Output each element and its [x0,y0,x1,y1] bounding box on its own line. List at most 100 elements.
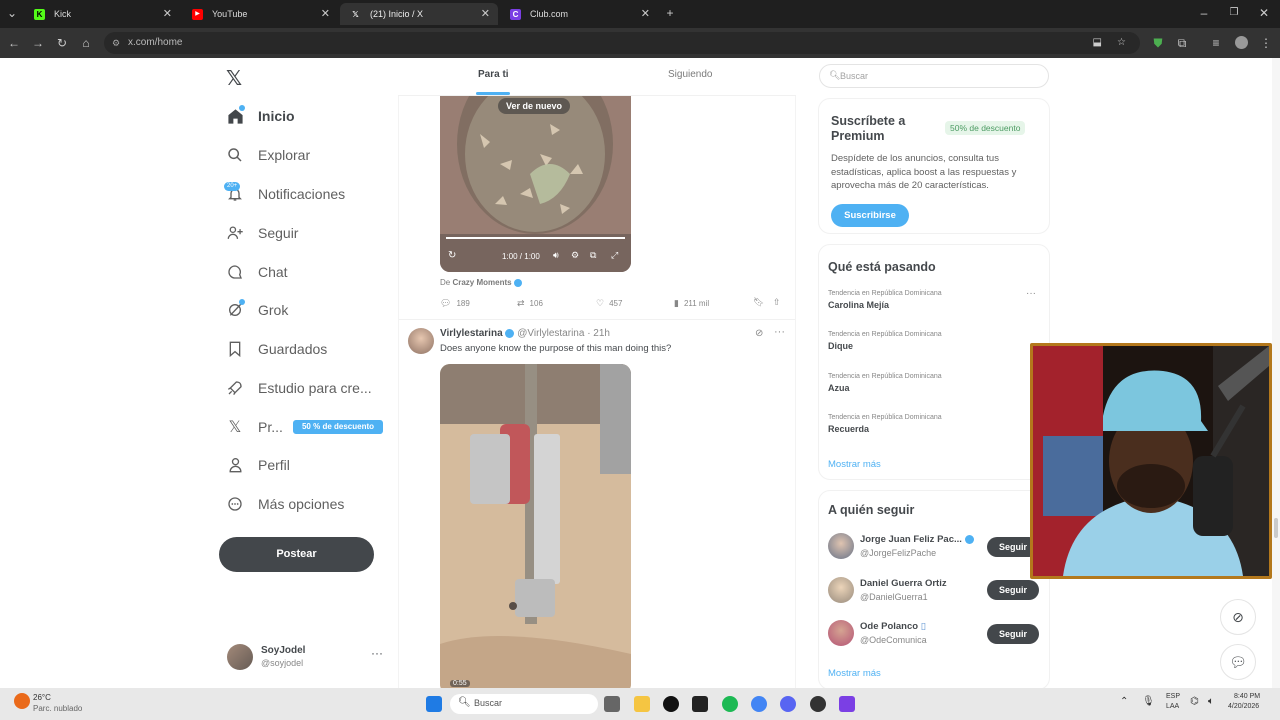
menu-icon[interactable]: ⋮ [1258,35,1274,51]
task-view-icon[interactable] [604,696,620,712]
reload-icon[interactable]: ↻ [54,35,70,51]
forward-icon[interactable]: → [30,35,46,51]
grok-float-icon[interactable]: ⊘ [1220,599,1256,635]
subscribe-button[interactable]: Suscribirse [831,204,909,227]
author-name[interactable]: Virlylestarina [440,328,503,339]
sidebar-item-chat[interactable]: Chat [226,258,288,286]
trend-item[interactable]: Tendencia en República Dominicana Caroli… [828,290,942,310]
address-bar[interactable]: ⚙ x.com/home ⬓ ☆ [104,32,1140,54]
avatar[interactable] [408,328,434,354]
chrome-icon[interactable] [751,696,767,712]
trend-item[interactable]: Tendencia en República Dominicana Dique [828,331,942,351]
sidebar-item-guardados[interactable]: Guardados [226,335,327,363]
more-icon[interactable]: ··· [774,326,785,338]
star-icon[interactable]: ☆ [1117,32,1126,54]
avatar[interactable] [828,620,854,646]
home-browser-icon[interactable]: ⌂ [78,35,94,51]
volume-icon[interactable]: 🔈︎ [1208,696,1214,707]
volume-icon[interactable]: 🔊︎ [553,250,559,261]
tab-siguiendo[interactable]: Siguiendo [668,69,712,80]
app-icon[interactable] [810,696,826,712]
install-icon[interactable]: ⬓ [1093,32,1102,54]
trend-item[interactable]: Tendencia en República Dominicana Azua [828,373,942,393]
replay-icon[interactable]: ↻ [448,250,456,261]
profile-avatar[interactable] [1234,36,1248,49]
lang-primary[interactable]: ESP [1166,693,1180,700]
follow-name[interactable]: Ode Polanco ▯ [860,621,926,632]
sidebar-item-notificaciones[interactable]: Notificaciones 20+ [224,180,345,208]
author-handle[interactable]: @Virlylestarina · 21h [517,328,610,339]
terminal-icon[interactable] [692,696,708,712]
page-scrollbar[interactable] [1272,58,1280,688]
source-name[interactable]: Crazy Moments [452,278,511,287]
sidebar-item-seguir[interactable]: Seguir [226,219,298,247]
fullscreen-icon[interactable]: ⤢ [611,250,618,261]
replay-label[interactable]: Ver de nuevo [498,98,571,114]
more-icon[interactable]: ··· [371,646,383,660]
window-close-icon[interactable]: ✕ [1256,5,1272,21]
show-more-trends[interactable]: Mostrar más [828,459,881,470]
video-progress-bar[interactable] [446,237,625,239]
avatar[interactable] [828,533,854,559]
new-tab-icon[interactable]: + [662,5,678,21]
post-button[interactable]: Postear [219,537,374,572]
avatar[interactable] [828,577,854,603]
x-logo-icon[interactable]: 𝕏 [226,66,242,91]
maximize-icon[interactable]: ❐ [1226,5,1242,21]
spotify-icon[interactable] [722,696,738,712]
views-action[interactable]: ▮ 211 mil [674,298,709,309]
taskbar-search[interactable]: 🔍︎ Buscar [450,694,598,714]
follow-name[interactable]: Jorge Juan Feliz Pac... [860,534,974,545]
bookmark-action[interactable]: 🔖︎ [753,297,769,308]
obs-icon[interactable] [663,696,679,712]
account-switcher[interactable]: SoyJodel @soyjodel ··· [226,642,406,678]
clock-time[interactable]: 8:40 PM [1234,693,1260,700]
reply-action[interactable]: 💬︎ 189 [440,298,470,309]
discord-icon[interactable] [780,696,796,712]
extensions-icon[interactable]: ⧉ [1174,35,1190,51]
more-icon[interactable]: ··· [1026,288,1036,299]
post-video[interactable]: 0:55 [440,364,631,688]
close-icon[interactable]: ✕ [641,3,650,25]
network-icon[interactable]: ⌬ [1190,696,1199,707]
tab-club[interactable]: C Club.com ✕ [500,3,658,25]
trend-item[interactable]: Tendencia en República Dominicana Recuer… [828,414,942,434]
sidebar-item-mas-opciones[interactable]: Más opciones [226,490,344,518]
close-icon[interactable]: ✕ [321,3,330,25]
sidebar-item-estudio[interactable]: Estudio para cre... [226,374,372,402]
like-action[interactable]: ♡ 457 [596,298,622,309]
sidebar-item-perfil[interactable]: Perfil [226,451,290,479]
share-action[interactable]: ⇧ [773,297,786,308]
file-explorer-icon[interactable] [634,696,650,712]
weather-icon[interactable] [14,693,30,709]
follow-button[interactable]: Seguir [987,624,1039,644]
site-info-icon[interactable]: ⚙ [112,32,120,54]
repost-action[interactable]: ⇄ 106 [517,298,543,309]
tab-youtube[interactable]: ▶ YouTube ✕ [182,3,338,25]
tab-kick[interactable]: K Kick ✕ [24,3,180,25]
grok-icon[interactable]: ⊘ [755,328,763,339]
search-input[interactable]: 🔍︎ Buscar [819,64,1049,88]
club-app-icon[interactable] [839,696,855,712]
video-player[interactable]: Ver de nuevo ↻ 1:00 / 1:00 🔊︎ ⚙ ⧉ ⤢ [440,94,631,272]
sidebar-item-grok[interactable]: Grok [226,296,288,324]
tab-para-ti[interactable]: Para ti [478,69,509,80]
close-icon[interactable]: ✕ [481,3,490,25]
tray-chevron-icon[interactable]: ⌃ [1120,696,1128,707]
follow-name[interactable]: Daniel Guerra Ortiz [860,578,947,589]
sidebar-item-inicio[interactable]: Inicio [226,102,295,130]
sidebar-item-explorar[interactable]: Explorar [226,141,310,169]
settings-icon[interactable]: ⚙ [571,250,579,261]
back-icon[interactable]: ← [6,35,22,51]
pip-icon[interactable]: ⧉ [590,250,596,261]
tab-x-home[interactable]: 𝕏 (21) Inicio / X ✕ [340,3,498,25]
close-icon[interactable]: ✕ [163,3,172,25]
scrollbar-thumb[interactable] [1274,518,1278,538]
show-more-follow[interactable]: Mostrar más [828,668,881,679]
messages-float-icon[interactable]: 💬︎ [1220,644,1256,680]
windows-start-icon[interactable] [426,696,442,712]
shield-icon[interactable]: ⛊ [1150,35,1166,51]
media-icon[interactable]: ≡ [1208,35,1224,51]
follow-button[interactable]: Seguir [987,580,1039,600]
sidebar-item-premium[interactable]: 𝕏 Pr... 50 % de descuento [226,413,383,441]
